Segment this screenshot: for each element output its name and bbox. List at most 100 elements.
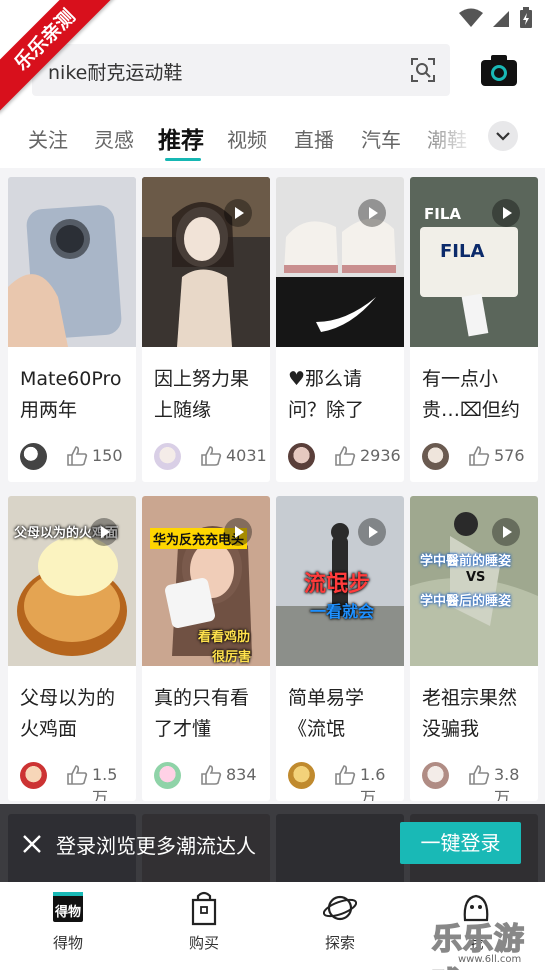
card-meta: 4031 <box>154 442 267 472</box>
avatar <box>20 443 47 470</box>
card-thumbnail: 华为反充充电头 看看鸡肋 很厉害 <box>142 496 270 666</box>
card-meta: 834 <box>154 761 264 791</box>
login-prompt: 登录浏览更多潮流达人 <box>56 834 256 858</box>
more-tabs-button[interactable] <box>488 121 518 151</box>
battery-icon <box>520 7 532 28</box>
card-meta: 576 <box>422 442 532 472</box>
play-icon <box>358 518 386 546</box>
card-meta: 150 <box>20 442 130 472</box>
svg-text:FILA: FILA <box>440 241 484 262</box>
avatar <box>288 443 315 470</box>
play-icon <box>492 199 520 227</box>
active-tab-indicator <box>165 158 201 161</box>
one-click-login-button[interactable]: 一键登录 <box>400 822 521 864</box>
nav-item-explore[interactable]: 探索 <box>300 890 380 953</box>
thumbnail-caption: 很厉害 <box>212 650 252 665</box>
card-thumbnail <box>142 177 270 347</box>
category-tabs: 关注 灵感 推荐 视频 直播 汽车 潮鞋 <box>0 108 545 168</box>
card-title: 老祖宗果然没骗我 <box>422 687 518 740</box>
play-icon <box>492 518 520 546</box>
camera-icon[interactable] <box>479 52 519 88</box>
watermark-url: www.6ll.com <box>458 954 522 965</box>
thumbnail-caption: 一看就会 <box>310 602 375 621</box>
scan-icon[interactable] <box>410 57 436 83</box>
feed-card[interactable]: 流氓步 一看就会 简单易学《流氓 1.6万 <box>276 496 404 801</box>
thumbs-up-icon[interactable] <box>334 445 356 467</box>
dewu-logo-icon: 得物 <box>53 892 83 922</box>
avatar <box>422 443 449 470</box>
card-meta: 1.6万 <box>288 761 398 801</box>
like-count: 3.8万 <box>494 765 520 801</box>
tab-live[interactable]: 直播 <box>294 124 334 153</box>
avatar <box>20 762 47 789</box>
like-count: 1.5万 <box>92 765 118 801</box>
thumbs-up-icon[interactable] <box>468 764 490 786</box>
tab-car[interactable]: 汽车 <box>361 124 401 153</box>
tab-recommend[interactable]: 推荐 <box>158 121 204 155</box>
feed-card[interactable]: FILA FILA 有一点小贵…⌧但约 576 <box>410 177 538 482</box>
svg-text:FILA: FILA <box>424 205 461 223</box>
thumbs-up-icon[interactable] <box>200 445 222 467</box>
status-icons <box>459 7 533 29</box>
feed-card[interactable]: 华为反充充电头 看看鸡肋 很厉害 真的只有看了才懂 834 <box>142 496 270 801</box>
chevron-down-icon <box>496 132 510 141</box>
card-title: 因上努力果上随缘 <box>154 368 250 421</box>
card-title: 有一点小贵…⌧但约 <box>422 368 520 421</box>
like-count: 1.6万 <box>360 765 386 801</box>
feed-card[interactable]: 因上努力果上随缘 4031 <box>142 177 270 482</box>
thumbs-up-icon[interactable] <box>66 445 88 467</box>
card-thumbnail: FILA FILA <box>410 177 538 347</box>
card-thumbnail: 父母以为的火鸡面 <box>8 496 136 666</box>
play-icon <box>358 199 386 227</box>
feed-card[interactable]: 父母以为的火鸡面 父母以为的火鸡面 1.5万 <box>8 496 136 801</box>
avatar <box>288 762 315 789</box>
tab-follow[interactable]: 关注 <box>28 124 68 153</box>
thumbs-up-icon[interactable] <box>334 764 356 786</box>
card-title: ♥那么请问？除了 <box>288 368 365 421</box>
avatar <box>154 762 181 789</box>
like-count: 2936 <box>360 446 401 465</box>
thumbnail-caption: 看看鸡肋 <box>198 630 251 645</box>
search-query: nike耐克运动鞋 <box>48 62 183 84</box>
shopping-bag-icon <box>191 891 217 926</box>
login-banner: 登录浏览更多潮流达人 一键登录 <box>0 804 545 882</box>
tabs-fade <box>410 108 490 168</box>
card-meta: 2936 <box>288 442 401 472</box>
thumbnail-caption: 流氓步 <box>304 572 371 597</box>
card-meta: 1.5万 <box>20 761 130 801</box>
nav-label: 探索 <box>324 934 355 952</box>
nav-label: 得物 <box>52 934 83 952</box>
planet-icon <box>323 895 357 921</box>
play-icon <box>224 518 252 546</box>
wifi-icon <box>459 8 483 27</box>
feed-card[interactable]: 学中醫前的睡姿 VS 学中醫后的睡姿 老祖宗果然没骗我 3.8万 <box>410 496 538 801</box>
tab-video[interactable]: 视频 <box>227 124 267 153</box>
thumbnail-caption: 学中醫后的睡姿 <box>420 594 512 609</box>
thumbnail-caption: 学中醫前的睡姿 <box>420 554 512 569</box>
card-title: 简单易学《流氓 <box>288 687 365 740</box>
tab-inspiration[interactable]: 灵感 <box>94 124 134 153</box>
thumbs-up-icon[interactable] <box>66 764 88 786</box>
like-count: 576 <box>494 446 525 465</box>
play-icon <box>224 199 252 227</box>
play-icon <box>90 518 118 546</box>
feed-grid: Mate60Pro用两年 150 因上努力果上随缘 4031 ♥那么请问？除了 … <box>0 168 545 888</box>
card-title: 真的只有看了才懂 <box>154 687 250 740</box>
thumbs-up-icon[interactable] <box>468 445 490 467</box>
avatar <box>154 443 181 470</box>
nav-label: 购买 <box>188 934 219 952</box>
nav-item-buy[interactable]: 购买 <box>164 890 244 953</box>
nav-item-dewu[interactable]: 得物 得物 <box>28 890 108 953</box>
feed-card[interactable]: ♥那么请问？除了 2936 <box>276 177 404 482</box>
watermark: 乐乐游戏 www.6ll.com <box>430 912 544 970</box>
feed-card[interactable]: Mate60Pro用两年 150 <box>8 177 136 482</box>
card-thumbnail <box>8 177 136 347</box>
close-icon[interactable] <box>22 834 42 854</box>
signal-icon <box>493 11 509 27</box>
avatar <box>422 762 449 789</box>
search-input[interactable]: nike耐克运动鞋 <box>32 44 450 96</box>
search-row: nike耐克运动鞋 <box>0 36 545 108</box>
thumbs-up-icon[interactable] <box>200 764 222 786</box>
card-thumbnail <box>276 177 404 347</box>
like-count: 150 <box>92 446 123 465</box>
